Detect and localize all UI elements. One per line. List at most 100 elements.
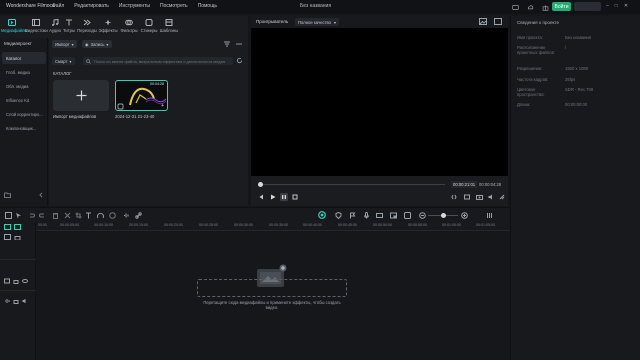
- maximize-icon[interactable]: □: [615, 3, 618, 9]
- track-lock-icon[interactable]: [13, 298, 19, 304]
- ai-tools-icon[interactable]: [403, 211, 411, 219]
- sidebar-item-global-media[interactable]: Глоб. медиа: [2, 66, 46, 78]
- tick-label: 00:01:05:00: [476, 223, 495, 227]
- speed-icon[interactable]: [96, 211, 104, 219]
- minimize-icon[interactable]: –: [606, 3, 609, 9]
- tab-templates[interactable]: Шаблоны: [158, 19, 180, 33]
- total-time: 00:00:04:28: [479, 182, 502, 187]
- menu-file[interactable]: Файл: [52, 3, 64, 9]
- new-folder-icon[interactable]: [4, 192, 11, 198]
- add-to-timeline-icon[interactable]: +: [161, 103, 164, 109]
- timeline-track-area[interactable]: Перетащите сюда медиафайлы и примените э…: [36, 232, 510, 360]
- track-manager-icon[interactable]: [4, 234, 11, 240]
- crop-icon[interactable]: [74, 211, 82, 219]
- layout-icon[interactable]: [4, 211, 12, 219]
- link-icon[interactable]: [134, 211, 142, 219]
- menu-view[interactable]: Посмотреть: [160, 3, 188, 9]
- timeline-ruler[interactable]: 00:00 00:00:05:00 00:00:10:00 00:00:15:0…: [36, 221, 510, 231]
- lock-icon[interactable]: [14, 234, 21, 240]
- voiceover-icon[interactable]: [375, 211, 383, 219]
- snapshot-icon[interactable]: [494, 18, 502, 25]
- sidebar-item-adjustment-layer[interactable]: Слой корректиро...: [2, 108, 46, 120]
- media-sidebar: Медиапроект Каталог Глоб. медиа Обл. мед…: [0, 38, 48, 206]
- shield-icon[interactable]: [334, 211, 342, 219]
- microphone-icon[interactable]: [362, 211, 370, 219]
- resize-icon[interactable]: [498, 193, 506, 201]
- sidebar-item-compositor[interactable]: Компоновщик...: [2, 122, 46, 134]
- track-visibility-icon[interactable]: [22, 278, 28, 284]
- image-icon[interactable]: [479, 18, 487, 25]
- marker-icon[interactable]: [348, 211, 356, 219]
- undo-icon[interactable]: [27, 211, 35, 219]
- video-track-icon[interactable]: [4, 278, 10, 284]
- cloud-icon[interactable]: [525, 2, 535, 12]
- tab-transitions[interactable]: Переходы: [76, 19, 98, 33]
- chevron-down-icon: ▾: [106, 41, 109, 47]
- import-dropdown[interactable]: Импорт ▾: [52, 40, 77, 48]
- prop-key: Расположение проектных файлов:: [517, 45, 555, 55]
- pause-icon[interactable]: [280, 193, 288, 201]
- filter-icon[interactable]: [223, 40, 231, 48]
- redo-icon[interactable]: [38, 211, 46, 219]
- sort-dropdown[interactable]: Смарт ▾: [52, 57, 75, 65]
- account-button[interactable]: [574, 2, 601, 11]
- menu-edit[interactable]: Редактировать: [74, 3, 109, 9]
- zoom-slider-handle[interactable]: [441, 213, 446, 218]
- volume-icon[interactable]: [487, 193, 495, 201]
- stop-icon[interactable]: [291, 193, 299, 201]
- zoom-in-icon[interactable]: [460, 211, 468, 219]
- delete-icon[interactable]: [51, 211, 59, 219]
- collapse-icon[interactable]: [38, 192, 44, 198]
- sidebar-item-influence-kit[interactable]: Influence Kit: [2, 94, 46, 106]
- menu-tools[interactable]: Инструменты: [119, 3, 150, 9]
- fullscreen-icon[interactable]: [463, 193, 471, 201]
- picture-in-picture-icon[interactable]: [389, 211, 397, 219]
- tab-stickers[interactable]: Стикеры: [138, 19, 160, 33]
- sidebar-header: Медиапроект: [4, 41, 32, 46]
- playback-scrubber[interactable]: [260, 184, 445, 185]
- feedback-icon[interactable]: [510, 2, 520, 12]
- search-input[interactable]: Поиск по имени файла, визуальным эффекта…: [83, 57, 233, 65]
- close-icon[interactable]: ✕: [624, 3, 628, 9]
- tick-label: 00:00:30:00: [234, 223, 253, 227]
- snap-toggle-icon[interactable]: [318, 211, 326, 219]
- audio-track-icon[interactable]: [4, 298, 10, 304]
- color-icon[interactable]: [108, 211, 116, 219]
- more-icon[interactable]: [235, 40, 243, 48]
- chevron-down-icon: ▾: [71, 41, 74, 47]
- record-dropdown[interactable]: ◉ Запись ▾: [82, 40, 112, 48]
- tab-filters[interactable]: Фильтры: [118, 19, 140, 33]
- audio-icon[interactable]: [122, 211, 130, 219]
- zoom-out-icon[interactable]: [418, 211, 426, 219]
- tab-effects[interactable]: Эффекты: [97, 19, 119, 33]
- prop-value: 00:00:00:00: [565, 102, 588, 107]
- login-button[interactable]: Войти: [552, 2, 571, 11]
- refresh-icon[interactable]: [236, 57, 243, 64]
- sidebar-item-catalog[interactable]: Каталог: [2, 52, 46, 64]
- split-icon[interactable]: [63, 211, 71, 219]
- prop-key: Длина:: [517, 102, 531, 107]
- select-tool-icon[interactable]: [14, 211, 22, 219]
- tab-media[interactable]: Медиафайлы: [1, 19, 27, 33]
- track-lock-icon[interactable]: [13, 278, 19, 284]
- camera-icon[interactable]: [475, 193, 483, 201]
- plus-icon: [76, 90, 86, 101]
- media-clip-thumbnail[interactable]: 00:04:28 +: [115, 80, 168, 111]
- link-tracks-icon[interactable]: [14, 224, 21, 230]
- sidebar-item-cloud-media[interactable]: Обл. медиа: [2, 80, 46, 92]
- step-back-icon[interactable]: [257, 193, 265, 201]
- gift-icon[interactable]: [540, 2, 550, 12]
- mark-in-icon[interactable]: [450, 193, 458, 201]
- import-media-tile[interactable]: [53, 80, 109, 111]
- text-tool-icon[interactable]: [84, 211, 92, 219]
- play-icon[interactable]: [269, 193, 277, 201]
- drop-zone[interactable]: [197, 279, 347, 297]
- track-mute-icon[interactable]: [22, 298, 28, 304]
- scrubber-handle[interactable]: [258, 182, 263, 187]
- add-track-icon[interactable]: [4, 224, 11, 230]
- player-viewport[interactable]: [251, 28, 508, 176]
- menu-help[interactable]: Помощь: [198, 3, 217, 9]
- quality-dropdown[interactable]: Полное качество ▾: [295, 18, 340, 26]
- record-icon: ◉: [85, 41, 89, 47]
- timeline-settings-icon[interactable]: [485, 211, 493, 219]
